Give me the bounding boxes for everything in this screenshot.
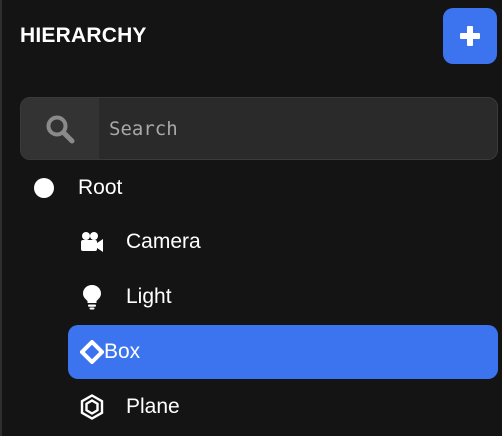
- tree-item-light[interactable]: Light: [80, 270, 172, 324]
- lightbulb-icon: [80, 285, 104, 310]
- tree-item-label: Camera: [126, 230, 201, 253]
- video-camera-icon: [80, 230, 104, 254]
- tree-item-box[interactable]: Box: [68, 325, 498, 379]
- tree-item-label: Light: [126, 285, 172, 308]
- search-input[interactable]: [109, 98, 489, 159]
- search-box: [20, 97, 498, 160]
- tree-item-label: Box: [104, 340, 141, 363]
- tree-item-label: Plane: [126, 395, 180, 418]
- hierarchy-panel: HIERARCHY Root Came: [0, 0, 502, 436]
- diamond-icon: [80, 340, 104, 364]
- panel-title: HIERARCHY: [20, 24, 147, 47]
- tree-item-root[interactable]: Root: [32, 161, 122, 215]
- tree-item-plane[interactable]: Plane: [80, 380, 180, 434]
- circle-icon: [32, 176, 56, 200]
- tree-item-camera[interactable]: Camera: [80, 215, 201, 269]
- add-node-button[interactable]: [443, 8, 497, 64]
- search-icon: [46, 115, 75, 143]
- tree-item-label: Root: [78, 176, 123, 199]
- hexagon-icon: [80, 394, 104, 420]
- plus-icon: [460, 26, 480, 46]
- search-icon-container[interactable]: [21, 98, 99, 159]
